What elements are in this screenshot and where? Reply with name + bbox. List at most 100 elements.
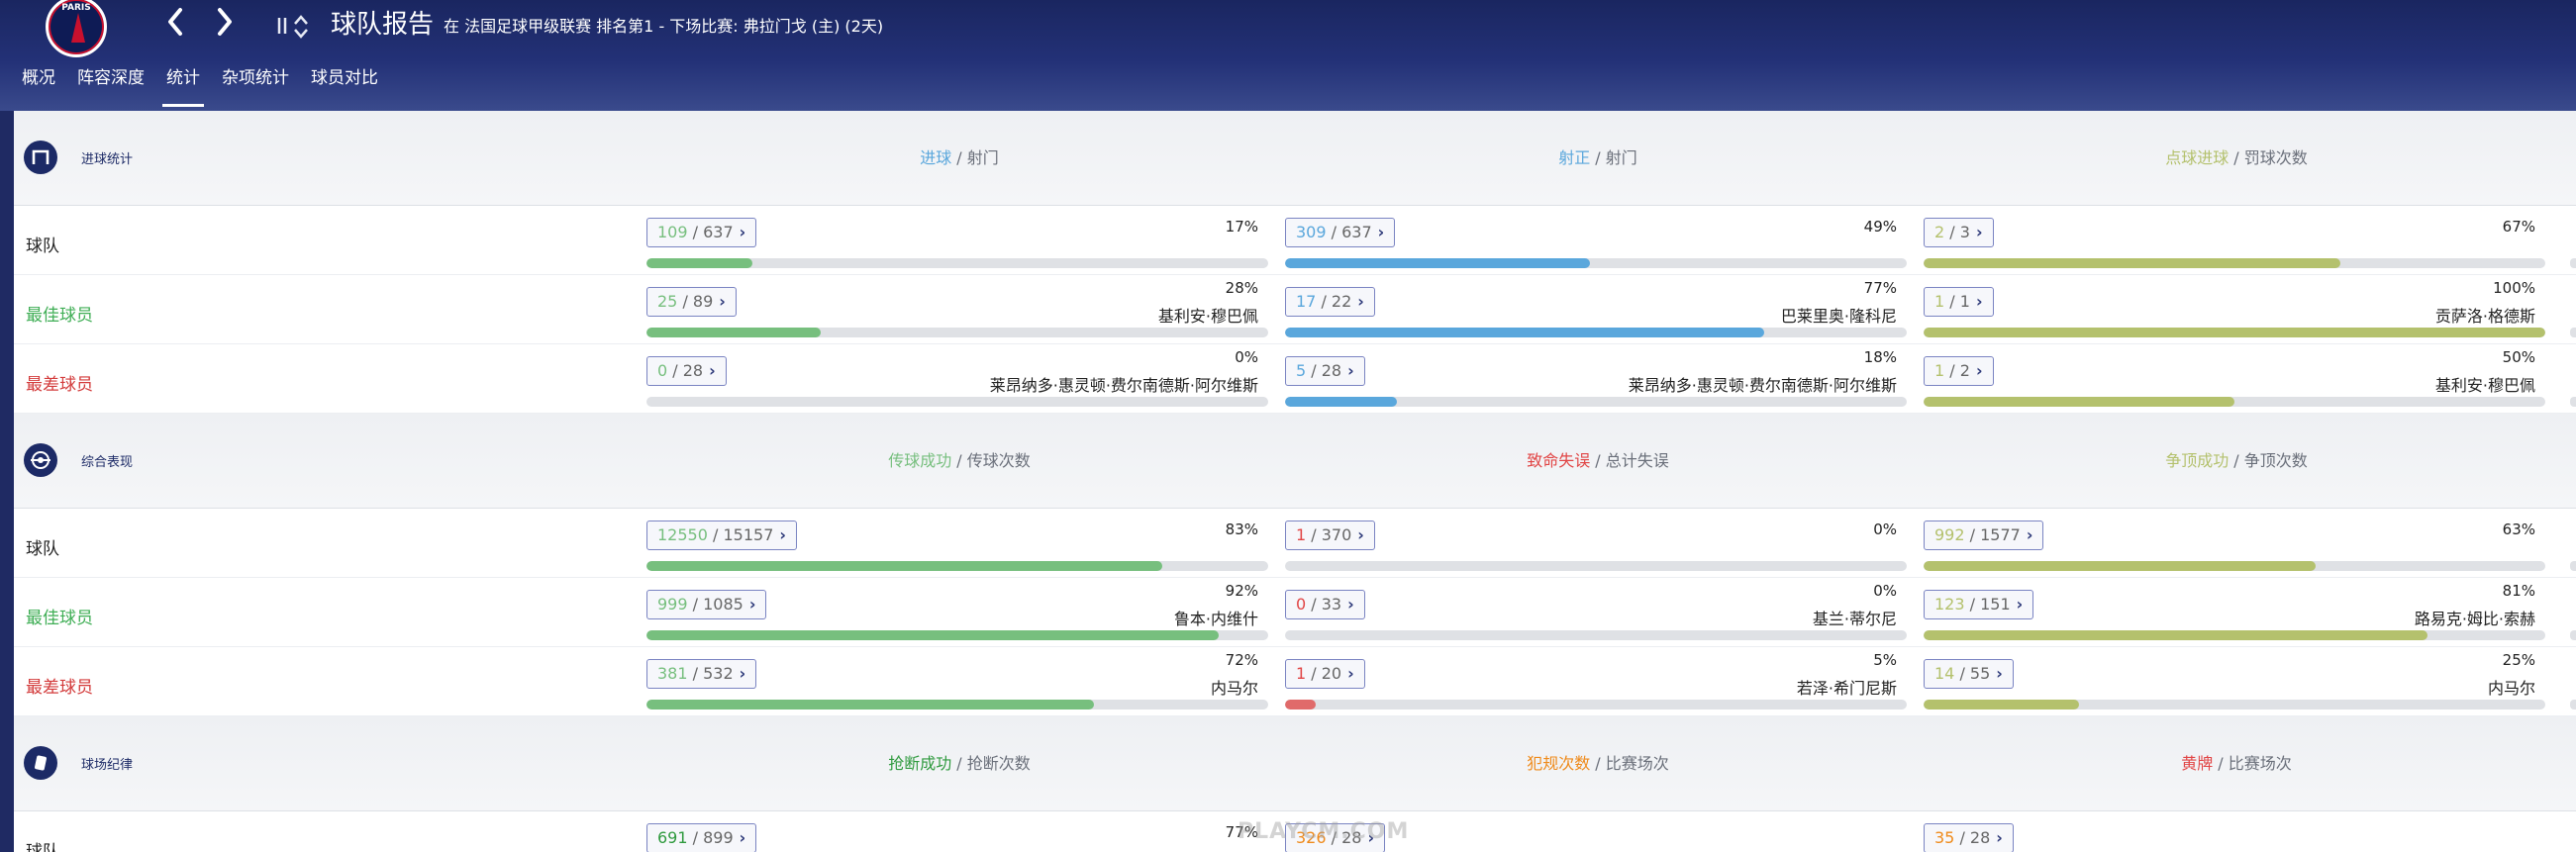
stat-percentage: 100% — [2493, 279, 2535, 297]
sort-arrows-icon[interactable] — [273, 12, 313, 42]
column-header-highlight: 黄牌 — [2181, 754, 2214, 773]
stat-percentage: 50% — [2502, 348, 2535, 366]
column-header-rest: / 比赛场次 — [2213, 754, 2292, 773]
stat-numerator: 1 — [1296, 664, 1307, 683]
progress-bar — [646, 397, 1268, 407]
chevron-right-icon: › — [779, 525, 786, 544]
player-name[interactable]: 鲁本·内维什 — [1174, 606, 1258, 629]
row-label: 球队 — [26, 237, 59, 256]
player-name[interactable]: 基兰·蒂尔尼 — [1813, 606, 1897, 629]
player-name[interactable]: 基利安·穆巴佩 — [1158, 303, 1258, 327]
stat-value-button[interactable]: 992 / 1577 › — [1924, 521, 2044, 550]
progress-bar — [1924, 397, 2545, 407]
player-name[interactable]: 莱昂纳多·惠灵顿·费尔南德斯·阿尔维斯 — [990, 372, 1258, 396]
stat-value-button[interactable]: 1 / 1 › — [1924, 287, 1994, 317]
tab-player-compare[interactable]: 球员对比 — [311, 65, 378, 101]
column-header-highlight: 抢断成功 — [888, 754, 952, 773]
player-name[interactable]: 巴莱里奥·隆科尼 — [1781, 303, 1897, 327]
stat-separator: / — [667, 361, 683, 380]
stat-value-button[interactable]: 109 / 637 › — [646, 218, 757, 247]
stat-value-button[interactable]: 381 / 532 › — [646, 659, 757, 689]
chevron-right-icon: › — [748, 595, 756, 614]
stat-value-button[interactable]: 123 / 151 › — [1924, 590, 2034, 619]
column-header: 抢断成功 / 抢断次数 — [641, 750, 1278, 774]
column-header: 射正 / 射门 — [1279, 144, 1917, 168]
stat-value-button[interactable]: 2 / 3 › — [1924, 218, 1994, 247]
stat-numerator: 109 — [657, 223, 688, 241]
stat-cell: 109 / 637 › 17% — [637, 206, 1268, 275]
stat-value-button[interactable]: 14 / 55 › — [1924, 659, 2014, 689]
tab-misc-stats[interactable]: 杂项统计 — [222, 65, 289, 101]
stat-cell: 0 / 28 › 0% 莱昂纳多·惠灵顿·费尔南德斯·阿尔维斯 — [637, 344, 1268, 414]
stat-value-button[interactable]: 1 / 20 › — [1285, 659, 1365, 689]
stat-value-button[interactable]: 691 / 899 › — [646, 823, 757, 852]
chevron-right-icon: › — [1996, 828, 2003, 847]
stat-denominator: 1 — [1959, 292, 1970, 311]
player-name[interactable]: 贡萨洛·格德斯 — [2435, 303, 2535, 327]
tab-stats[interactable]: 统计 — [162, 65, 204, 107]
stat-value-button[interactable]: 25 / 89 › — [646, 287, 737, 317]
stat-percentage: 83% — [1225, 521, 1258, 538]
chevron-left-icon[interactable] — [164, 6, 186, 47]
stat-denominator: 28 — [1969, 828, 1991, 847]
club-logo-text: PARIS — [61, 3, 91, 13]
chevron-right-icon: › — [1357, 525, 1364, 544]
progress-bar — [1924, 700, 2545, 710]
chevron-right-icon: › — [1975, 361, 1983, 380]
stat-value-button[interactable]: 12550 / 15157 › — [646, 521, 797, 550]
stat-separator: / — [1954, 664, 1970, 683]
progress-fill — [1285, 397, 1397, 407]
player-name[interactable]: 内马尔 — [1211, 675, 1258, 699]
progress-fill — [1924, 561, 2316, 571]
tab-overview[interactable]: 概况 — [22, 65, 55, 101]
row-best-player: 最佳球员 999 / 1085 › 92% 鲁本·内维什 0 / 33 › 0% 基兰·蒂尔尼 1… — [14, 578, 2576, 647]
stat-value-button[interactable]: 1 / 2 › — [1924, 356, 1994, 386]
stat-numerator: 14 — [1934, 664, 1955, 683]
progress-bar — [646, 258, 1268, 268]
stat-value-button[interactable]: 17 / 22 › — [1285, 287, 1375, 317]
progress-bar — [1285, 700, 1907, 710]
player-name[interactable]: 内马尔 — [2488, 675, 2535, 699]
chevron-right-icon: › — [1357, 292, 1364, 311]
progress-fill — [1924, 258, 2340, 268]
column-header: 点球进球 / 罚球次数 — [1918, 144, 2555, 168]
stat-separator: / — [1944, 223, 1960, 241]
stat-denominator: 28 — [1321, 361, 1342, 380]
chevron-right-icon[interactable] — [214, 6, 236, 47]
stat-cell: 999 / 1085 › 92% 鲁本·内维什 — [637, 578, 1268, 647]
stat-separator: / — [1964, 525, 1981, 544]
stat-separator: / — [1944, 361, 1960, 380]
progress-bar — [1924, 630, 2545, 640]
stat-value-button[interactable]: 0 / 33 › — [1285, 590, 1365, 619]
progress-bar-next-column — [2570, 397, 2576, 407]
column-header-rest: / 比赛场次 — [1590, 754, 1669, 773]
player-name[interactable]: 基利安·穆巴佩 — [2435, 372, 2535, 396]
stat-value-button[interactable]: 35 / 28 › — [1924, 823, 2014, 852]
column-header: 致命失误 / 总计失误 — [1279, 447, 1917, 471]
stat-value-button[interactable]: 5 / 28 › — [1285, 356, 1365, 386]
stat-value-button[interactable]: 999 / 1085 › — [646, 590, 767, 619]
column-header-rest: / 射门 — [1590, 148, 1637, 167]
stat-numerator: 999 — [657, 595, 688, 614]
section-header: 综合表现 传球成功 / 传球次数 致命失误 / 总计失误 争顶成功 / 争顶次数 — [14, 414, 2576, 509]
stat-separator: / — [687, 828, 704, 847]
stat-value-button[interactable]: 0 / 28 › — [646, 356, 727, 386]
tab-squad-depth[interactable]: 阵容深度 — [77, 65, 145, 101]
player-name[interactable]: 若泽·希门尼斯 — [1797, 675, 1897, 699]
chevron-right-icon: › — [1975, 223, 1983, 241]
row-label: 最差球员 — [26, 678, 93, 698]
row-label: 最佳球员 — [26, 306, 93, 326]
page-subtitle: 在 法国足球甲级联赛 排名第1 - 下场比赛: 弗拉门戈 (主) (2天) — [444, 17, 884, 36]
stat-denominator: 151 — [1980, 595, 2011, 614]
progress-fill — [646, 630, 1219, 640]
stat-value-button[interactable]: 309 / 637 › — [1285, 218, 1396, 247]
stat-percentage: 63% — [2502, 521, 2535, 538]
stat-separator: / — [707, 525, 724, 544]
stat-cell: 5 / 28 › 18% 莱昂纳多·惠灵顿·费尔南德斯·阿尔维斯 — [1275, 344, 1907, 414]
stat-separator: / — [1306, 595, 1322, 614]
stat-numerator: 25 — [657, 292, 678, 311]
player-name[interactable]: 莱昂纳多·惠灵顿·费尔南德斯·阿尔维斯 — [1629, 372, 1897, 396]
watermark: PLAYCM.COM — [1238, 819, 1410, 844]
player-name[interactable]: 路易克·姆比·索赫 — [2415, 606, 2535, 629]
stat-value-button[interactable]: 1 / 370 › — [1285, 521, 1375, 550]
